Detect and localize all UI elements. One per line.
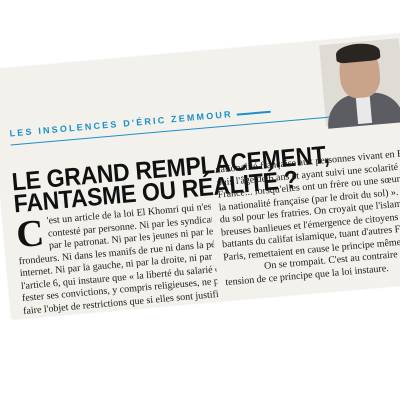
article-left-column: C 'est un article de la loi El Khomri qu…	[15, 201, 219, 318]
article-right-column: nationalité française aux personnes viva…	[215, 146, 400, 290]
screenshot-stage: LES INSOLENCES D'ÉRIC ZEMMOUR LE GRAND R…	[0, 0, 400, 400]
left-column-paragraph: 'est un article de la loi El Khomri qui …	[15, 201, 219, 318]
rubric-rule	[236, 110, 271, 116]
drop-cap: C	[14, 212, 46, 257]
author-photo	[319, 38, 400, 129]
right-column-paragraph: nationalité française aux personnes viva…	[215, 146, 400, 290]
magazine-page: LES INSOLENCES D'ÉRIC ZEMMOUR LE GRAND R…	[0, 32, 400, 320]
